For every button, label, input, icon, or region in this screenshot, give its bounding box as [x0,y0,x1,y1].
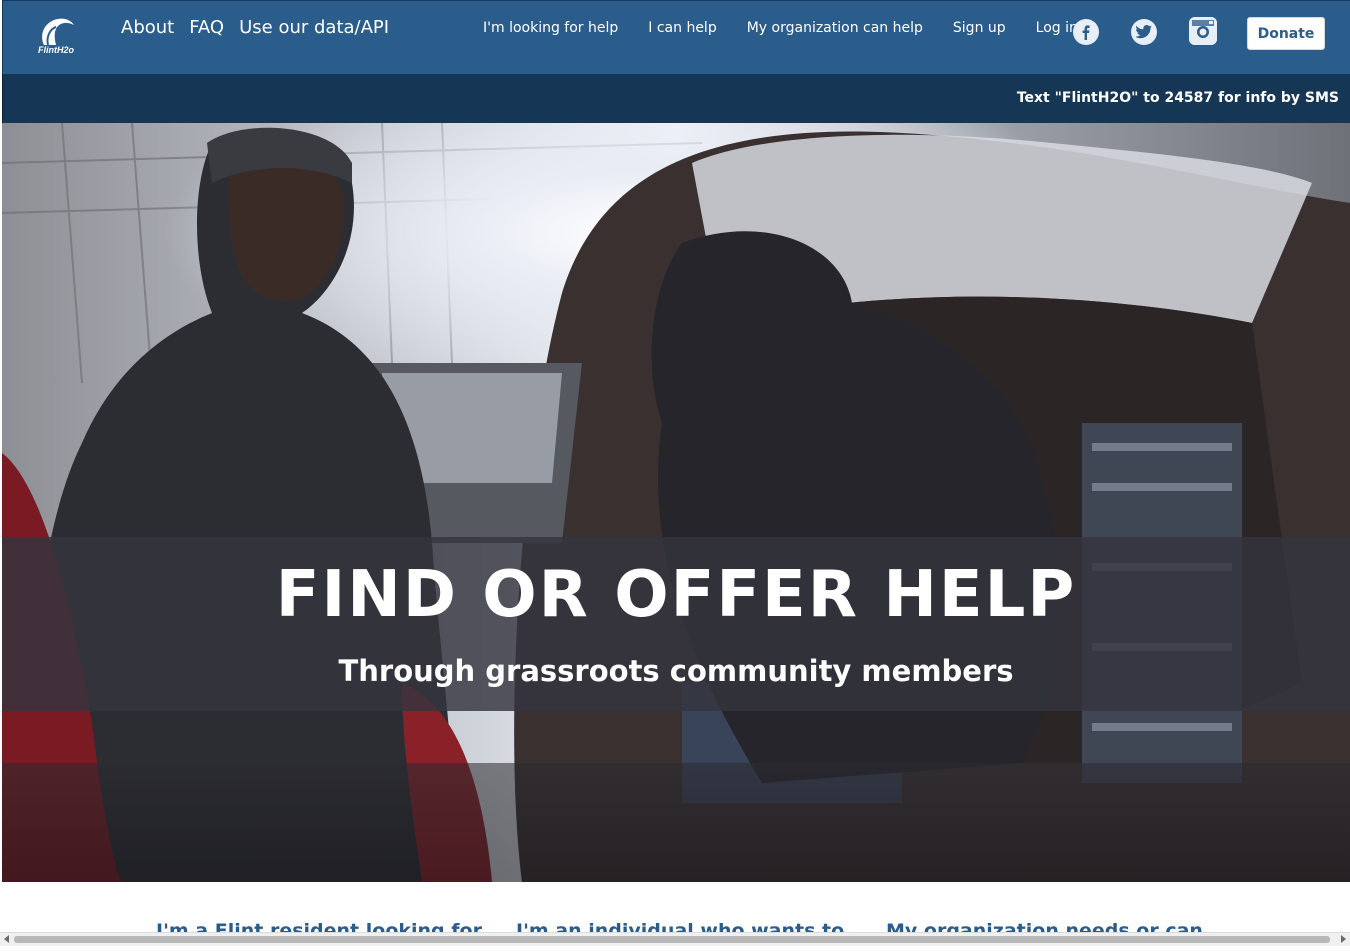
nav-link-organization-can-help[interactable]: My organization can help [747,18,923,38]
nav-link-looking-for-help[interactable]: I'm looking for help [483,18,618,38]
hero-subtitle: Through grassroots community members [338,654,1014,688]
water-drop-logo-icon [42,18,74,46]
scrollbar-thumb[interactable] [14,936,1330,943]
twitter-icon[interactable] [1131,19,1157,45]
horizontal-scrollbar[interactable] [0,932,1350,946]
secondary-nav: I'm looking for help I can help My organ… [483,18,1078,38]
flinth2o-logo[interactable]: FlintH2o [27,15,85,61]
facebook-icon[interactable] [1073,19,1099,45]
nav-link-about[interactable]: About [121,17,174,39]
sms-info-text: Text "FlintH2O" to 24587 for info by SMS [1016,90,1339,106]
hero-title: FIND OR OFFER HELP [275,558,1077,632]
hero-background-photo [2,123,1350,882]
nav-link-faq[interactable]: FAQ [189,17,224,39]
instagram-icon[interactable] [1189,17,1217,45]
nav-link-data-api[interactable]: Use our data/API [239,17,389,39]
scroll-right-arrow-icon[interactable] [1341,935,1346,943]
logo-wordmark: FlintH2o [38,45,74,55]
hero-banner: FIND OR OFFER HELP Through grassroots co… [2,123,1350,882]
donate-button[interactable]: Donate [1247,17,1325,50]
primary-nav: About FAQ Use our data/API [121,17,389,39]
scroll-left-arrow-icon[interactable] [4,935,9,943]
nav-link-i-can-help[interactable]: I can help [648,18,716,38]
top-navbar: FlintH2o About FAQ Use our data/API I'm … [2,0,1350,74]
nav-link-sign-up[interactable]: Sign up [953,18,1006,38]
nav-link-log-in[interactable]: Log in [1036,18,1078,38]
bottom-edge [0,946,1350,952]
sms-info-bar: Text "FlintH2O" to 24587 for info by SMS [2,74,1350,123]
